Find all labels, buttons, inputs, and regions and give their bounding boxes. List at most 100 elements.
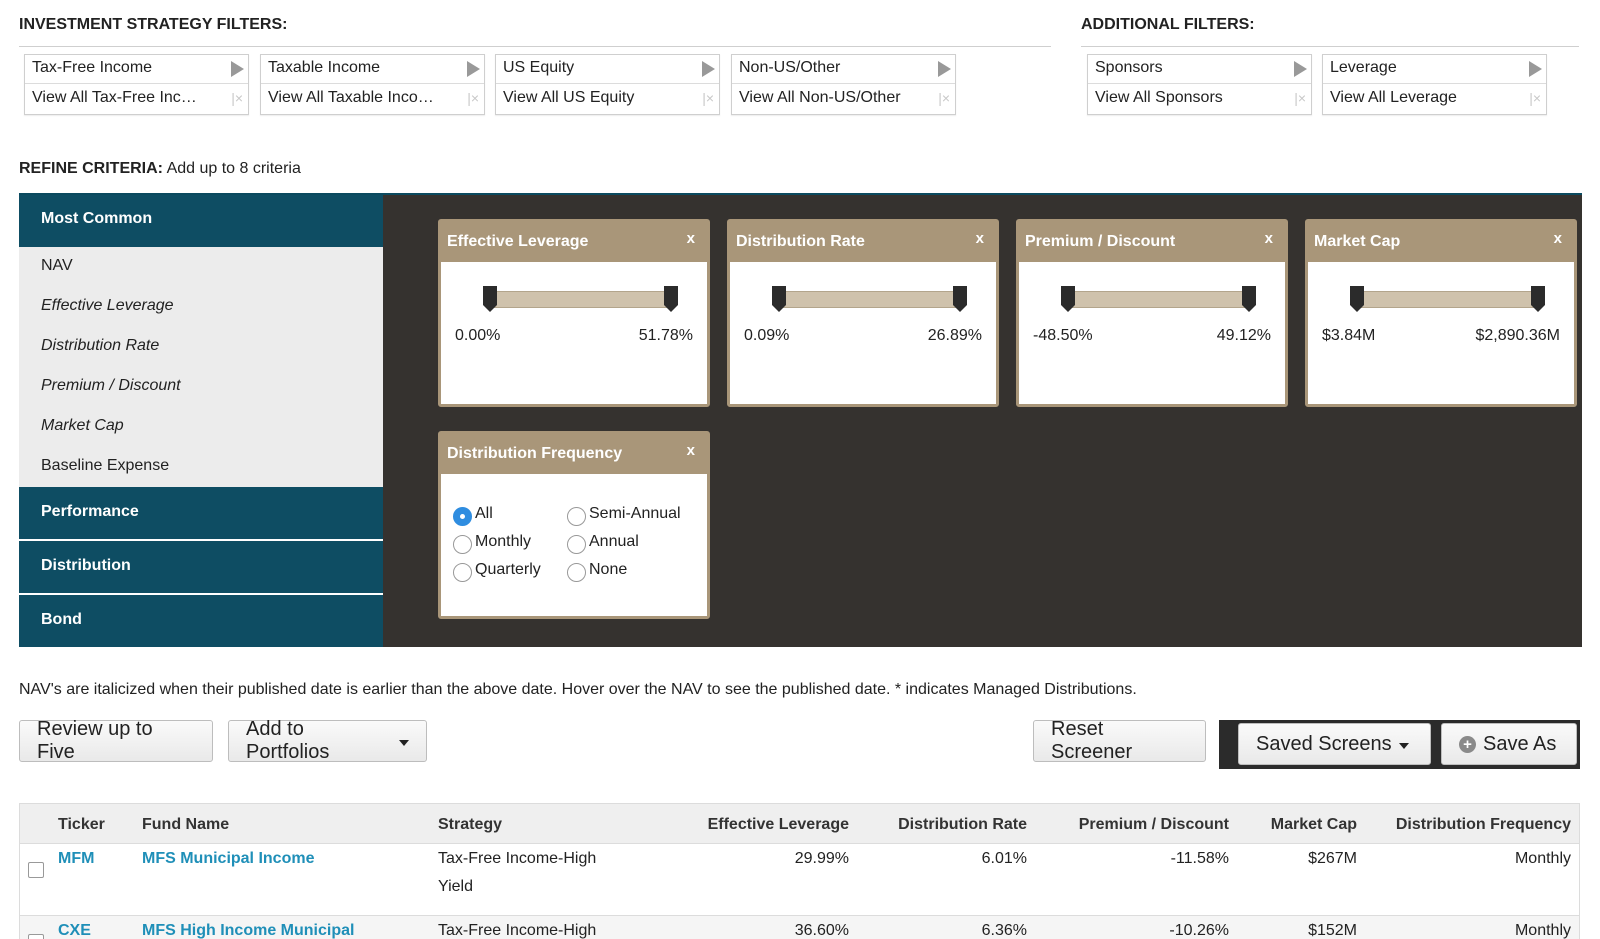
- effective-leverage-cell: 29.99%: [794, 850, 849, 867]
- filter-label-row[interactable]: Tax-Free Income: [25, 55, 248, 84]
- radio-button[interactable]: [567, 563, 586, 582]
- row-checkbox[interactable]: [28, 862, 44, 878]
- slider-max-handle[interactable]: [1531, 286, 1545, 313]
- column-header-ticker[interactable]: Ticker: [58, 816, 105, 834]
- slider-max-handle[interactable]: [1242, 286, 1256, 313]
- expand-arrow-icon[interactable]: [1529, 61, 1542, 77]
- filter-value-row[interactable]: View All Tax-Free Inc… |×: [25, 84, 248, 114]
- sidebar-section-most-common[interactable]: Most Common: [19, 195, 383, 247]
- slider-min-handle[interactable]: [1350, 286, 1364, 313]
- filter-label: Tax-Free Income: [32, 59, 153, 76]
- slider-min-handle[interactable]: [772, 286, 786, 313]
- radio-semi-annual[interactable]: Semi-Annual: [567, 504, 681, 526]
- filter-tax-free-income[interactable]: Tax-Free Income View All Tax-Free Inc… |×: [24, 54, 249, 115]
- radio-monthly[interactable]: Monthly: [453, 532, 531, 554]
- clear-icon[interactable]: |×: [231, 90, 243, 106]
- expand-arrow-icon[interactable]: [1294, 61, 1307, 77]
- saved-screens-button[interactable]: Saved Screens: [1238, 723, 1431, 765]
- radio-button[interactable]: [567, 535, 586, 554]
- filter-value-row[interactable]: View All Sponsors |×: [1088, 84, 1311, 114]
- slider-min-handle[interactable]: [1061, 286, 1075, 313]
- filter-label-row[interactable]: Non-US/Other: [732, 55, 955, 84]
- filter-label: Sponsors: [1095, 59, 1163, 76]
- close-icon[interactable]: x: [976, 230, 984, 247]
- filter-label-row[interactable]: Taxable Income: [261, 55, 484, 84]
- add-to-portfolios-button[interactable]: Add to Portfolios: [228, 718, 427, 763]
- fund-name-link[interactable]: MFS Municipal Income: [142, 845, 314, 873]
- slider-max-handle[interactable]: [664, 286, 678, 313]
- range-max-value: $2,890.36M: [1475, 327, 1560, 344]
- radio-button[interactable]: [453, 563, 472, 582]
- close-icon[interactable]: x: [687, 442, 695, 459]
- clear-icon[interactable]: |×: [467, 90, 479, 106]
- filter-label-row[interactable]: Sponsors: [1088, 55, 1311, 84]
- sidebar-section-bond[interactable]: Bond: [19, 595, 383, 647]
- fund-name-link[interactable]: MFS High Income Municipal: [142, 917, 354, 939]
- effective-leverage-cell: 36.60%: [794, 922, 849, 939]
- sidebar-item-premium-discount[interactable]: Premium / Discount: [19, 367, 383, 407]
- column-header-distribution-rate[interactable]: Distribution Rate: [898, 816, 1027, 834]
- radio-button[interactable]: [567, 507, 586, 526]
- button-label: Add to Portfolios: [246, 718, 330, 763]
- expand-arrow-icon[interactable]: [702, 61, 715, 77]
- criteria-card-effective-leverage: Effective Leverage x 0.00% 51.78%: [438, 219, 710, 407]
- radio-button[interactable]: [453, 535, 472, 554]
- clear-icon[interactable]: |×: [1294, 90, 1306, 106]
- ticker-link[interactable]: MFM: [58, 845, 94, 873]
- slider-min-handle[interactable]: [483, 286, 497, 313]
- filter-value-row[interactable]: View All US Equity |×: [496, 84, 719, 114]
- sidebar-section-performance[interactable]: Performance: [19, 487, 383, 539]
- sidebar-item-distribution-rate[interactable]: Distribution Rate: [19, 327, 383, 367]
- close-icon[interactable]: x: [1554, 230, 1562, 247]
- filter-value: View All Non-US/Other: [739, 89, 901, 106]
- save-as-button[interactable]: + Save As: [1441, 723, 1577, 765]
- radio-quarterly[interactable]: Quarterly: [453, 560, 541, 582]
- clear-icon[interactable]: |×: [1529, 90, 1541, 106]
- expand-arrow-icon[interactable]: [231, 61, 244, 77]
- reset-screener-button[interactable]: Reset Screener: [1033, 718, 1206, 763]
- range-slider-track[interactable]: [782, 291, 960, 308]
- card-title: Distribution Rate: [736, 233, 865, 250]
- range-slider-track[interactable]: [1360, 291, 1538, 308]
- filter-sponsors[interactable]: Sponsors View All Sponsors |×: [1087, 54, 1312, 115]
- row-checkbox[interactable]: [28, 934, 44, 939]
- column-header-fund-name[interactable]: Fund Name: [142, 816, 229, 834]
- filter-value-row[interactable]: View All Non-US/Other |×: [732, 84, 955, 114]
- radio-all[interactable]: All: [453, 504, 493, 526]
- filter-taxable-income[interactable]: Taxable Income View All Taxable Inco… |×: [260, 54, 485, 115]
- ticker-link[interactable]: CXE: [58, 917, 91, 939]
- radio-annual[interactable]: Annual: [567, 532, 639, 554]
- expand-arrow-icon[interactable]: [467, 61, 480, 77]
- radio-label: Semi-Annual: [589, 504, 681, 522]
- column-header-distribution-frequency[interactable]: Distribution Frequency: [1396, 816, 1571, 834]
- slider-max-handle[interactable]: [953, 286, 967, 313]
- range-slider-track[interactable]: [1071, 291, 1249, 308]
- filter-label-row[interactable]: US Equity: [496, 55, 719, 84]
- sidebar-section-distribution[interactable]: Distribution: [19, 541, 383, 593]
- filter-leverage[interactable]: Leverage View All Leverage |×: [1322, 54, 1547, 115]
- filter-label-row[interactable]: Leverage: [1323, 55, 1546, 84]
- sidebar-item-effective-leverage[interactable]: Effective Leverage: [19, 287, 383, 327]
- clear-icon[interactable]: |×: [938, 90, 950, 106]
- sidebar-item-nav[interactable]: NAV: [19, 247, 383, 287]
- filter-label: Taxable Income: [268, 59, 381, 76]
- radio-button[interactable]: [453, 507, 472, 526]
- clear-icon[interactable]: |×: [702, 90, 714, 106]
- column-header-market-cap[interactable]: Market Cap: [1271, 816, 1357, 834]
- filter-non-us-other[interactable]: Non-US/Other View All Non-US/Other |×: [731, 54, 956, 115]
- close-icon[interactable]: x: [1265, 230, 1273, 247]
- column-header-premium-discount[interactable]: Premium / Discount: [1079, 816, 1229, 834]
- button-label: Reset Screener: [1051, 718, 1133, 763]
- filter-us-equity[interactable]: US Equity View All US Equity |×: [495, 54, 720, 115]
- sidebar-item-baseline-expense[interactable]: Baseline Expense: [19, 447, 383, 487]
- range-slider-track[interactable]: [493, 291, 671, 308]
- column-header-strategy[interactable]: Strategy: [438, 816, 502, 834]
- close-icon[interactable]: x: [687, 230, 695, 247]
- expand-arrow-icon[interactable]: [938, 61, 951, 77]
- radio-none[interactable]: None: [567, 560, 627, 582]
- review-up-to-five-button[interactable]: Review up to Five: [19, 718, 213, 763]
- filter-value-row[interactable]: View All Taxable Inco… |×: [261, 84, 484, 114]
- filter-value-row[interactable]: View All Leverage |×: [1323, 84, 1546, 114]
- sidebar-item-market-cap[interactable]: Market Cap: [19, 407, 383, 447]
- column-header-effective-leverage[interactable]: Effective Leverage: [708, 816, 849, 834]
